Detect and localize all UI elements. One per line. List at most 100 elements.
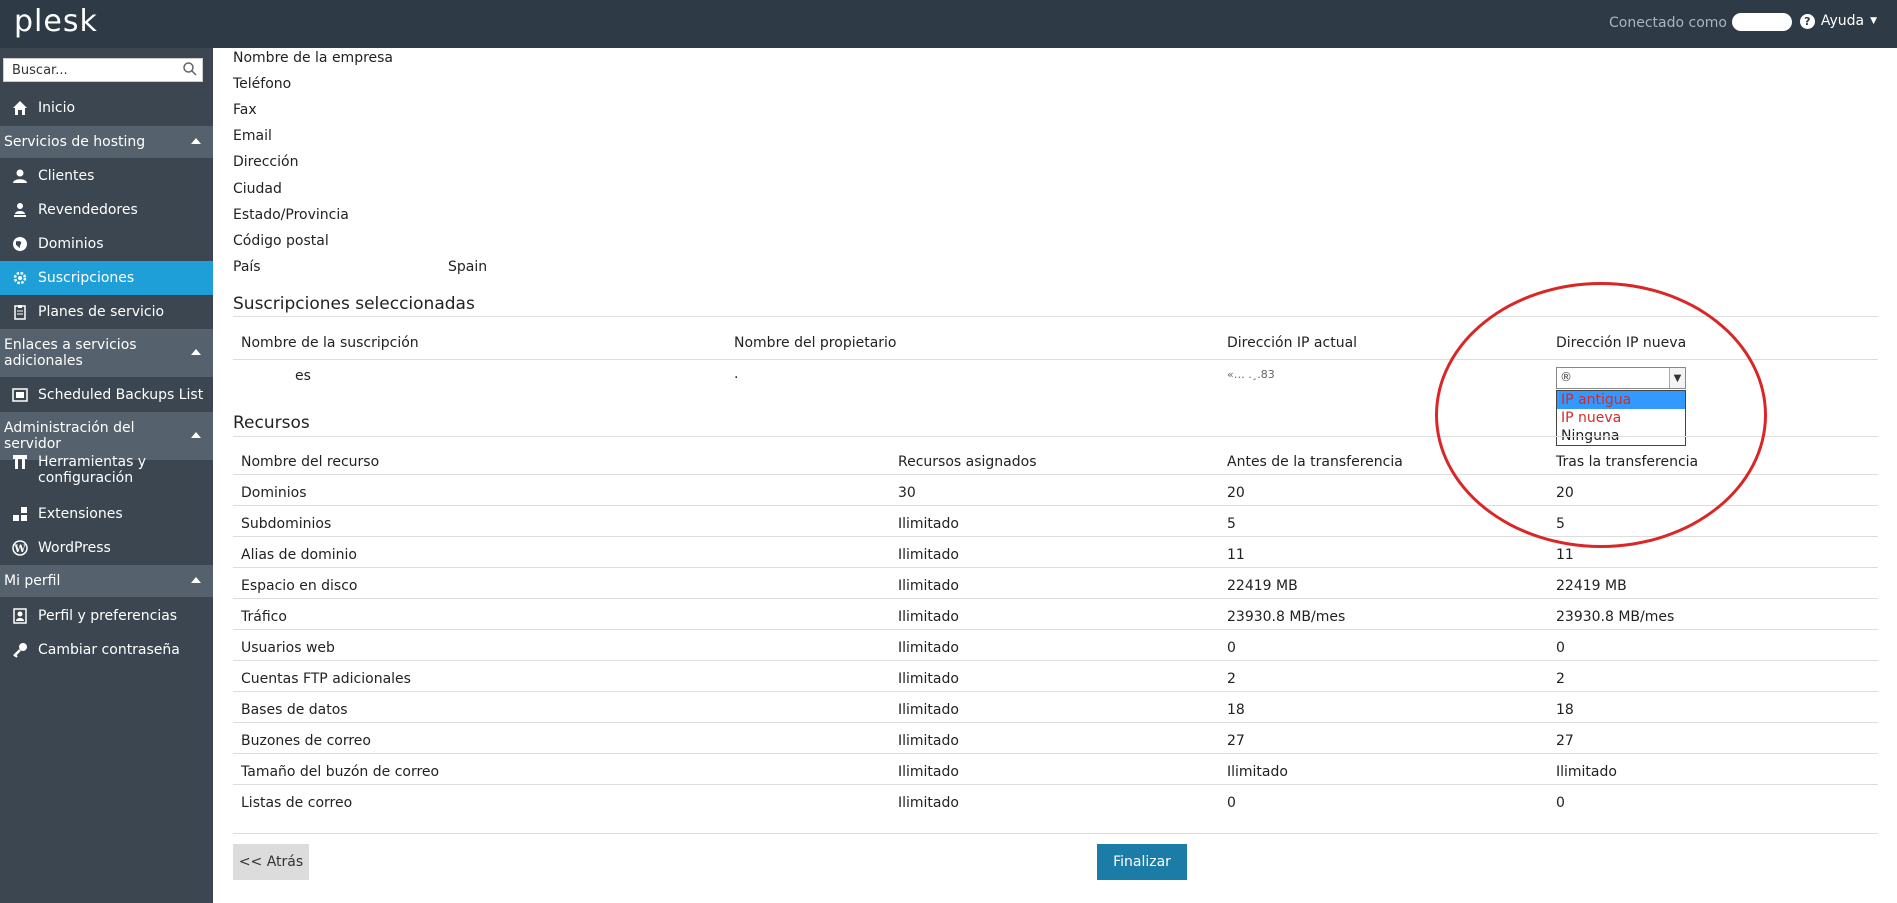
sidebar-item-profile-preferences[interactable]: Perfil y preferencias	[0, 599, 213, 633]
resource-value-cell: 2	[1227, 671, 1236, 687]
resource-value-cell: Ilimitado	[898, 609, 959, 625]
sidebar-item-home[interactable]: Inicio	[0, 91, 213, 125]
sidebar-section-hosting[interactable]: Servicios de hosting	[0, 126, 213, 158]
back-button[interactable]: << Atrás	[233, 844, 309, 880]
resource-name-cell: Espacio en disco	[241, 578, 358, 594]
column-header: Recursos asignados	[898, 454, 1037, 470]
divider	[233, 567, 1878, 568]
sidebar-item-change-password[interactable]: Cambiar contraseña	[0, 633, 213, 667]
sidebar-item-clients[interactable]: Clientes	[0, 159, 213, 193]
divider	[233, 833, 1878, 834]
search-input[interactable]	[4, 59, 174, 81]
search-box	[3, 58, 203, 82]
resource-name-cell: Bases de datos	[241, 702, 348, 718]
resource-name-cell: Subdominios	[241, 516, 332, 532]
divider	[233, 722, 1878, 723]
divider	[233, 784, 1878, 785]
resource-value-cell: 22419 MB	[1556, 578, 1627, 594]
globe-icon	[12, 236, 28, 252]
resource-value-cell: 18	[1227, 702, 1245, 718]
sidebar-item-resellers[interactable]: Revendedores	[0, 193, 213, 227]
fax-label: Fax	[233, 102, 257, 118]
gear-icon	[12, 270, 28, 286]
sidebar-item-domains[interactable]: Dominios	[0, 227, 213, 261]
plesk-logo[interactable]: plesk	[14, 4, 98, 39]
resource-value-cell: 18	[1556, 702, 1574, 718]
resource-value-cell: Ilimitado	[898, 702, 959, 718]
resource-value-cell: 0	[1227, 640, 1236, 656]
resource-value-cell: 23930.8 MB/mes	[1556, 609, 1675, 625]
sidebar-section-additional-services[interactable]: Enlaces a servicios adicionales	[0, 329, 213, 377]
subscription-name[interactable]: es	[295, 368, 311, 384]
owner-name: .	[734, 366, 739, 382]
sidebar-item-label: Cambiar contraseña	[38, 642, 180, 658]
resource-value-cell: 5	[1227, 516, 1236, 532]
help-label: Ayuda	[1820, 13, 1865, 29]
user-name-redacted[interactable]	[1732, 13, 1792, 31]
resource-value-cell: 0	[1556, 795, 1565, 811]
top-header: plesk Conectado como ? Ayuda ▼	[0, 0, 1897, 48]
svg-text:W: W	[13, 544, 26, 555]
divider	[233, 660, 1878, 661]
sidebar-item-label: Extensiones	[38, 506, 123, 522]
sidebar-item-label: Scheduled Backups List	[38, 387, 204, 403]
column-header: Nombre de la suscripción	[241, 335, 419, 351]
resource-name-cell: Cuentas FTP adicionales	[241, 671, 411, 687]
resource-value-cell: Ilimitado	[898, 640, 959, 656]
red-annotation-circle	[1435, 282, 1767, 548]
sidebar-item-service-plans[interactable]: Planes de servicio	[0, 295, 213, 329]
resource-value-cell: 23930.8 MB/mes	[1227, 609, 1346, 625]
sidebar-item-label: Perfil y preferencias	[38, 608, 178, 624]
sidebar-item-subscriptions[interactable]: Suscripciones	[0, 261, 213, 295]
resource-value-cell: 2	[1556, 671, 1565, 687]
sidebar-item-label: WordPress	[38, 540, 111, 556]
reseller-icon	[12, 202, 28, 218]
resource-value-cell: Ilimitado	[898, 547, 959, 563]
key-icon	[12, 642, 28, 658]
resource-value-cell: 27	[1556, 733, 1574, 749]
resource-value-cell: 11	[1227, 547, 1245, 563]
divider	[233, 753, 1878, 754]
sidebar-item-wordpress[interactable]: W WordPress	[0, 531, 213, 565]
resource-name-cell: Buzones de correo	[241, 733, 371, 749]
sidebar-item-label: Clientes	[38, 168, 95, 184]
current-ip: «… .¸.83	[1227, 368, 1275, 381]
resource-value-cell: Ilimitado	[1556, 764, 1617, 780]
address-label: Dirección	[233, 154, 299, 170]
country-label: País	[233, 259, 261, 275]
sidebar-item-label: Inicio	[38, 100, 76, 116]
resource-value-cell: 27	[1227, 733, 1245, 749]
divider	[233, 598, 1878, 599]
country-value: Spain	[448, 259, 488, 275]
resource-name-cell: Listas de correo	[241, 795, 353, 811]
help-menu[interactable]: ? Ayuda ▼	[1799, 13, 1877, 29]
sidebar-item-scheduled-backups[interactable]: Scheduled Backups List	[0, 378, 213, 412]
resources-title: Recursos	[233, 413, 310, 433]
resource-value-cell: Ilimitado	[898, 671, 959, 687]
sidebar-item-label: Suscripciones	[38, 270, 135, 286]
resource-value-cell: Ilimitado	[898, 733, 959, 749]
zip-label: Código postal	[233, 233, 329, 249]
state-label: Estado/Provincia	[233, 207, 349, 223]
collapse-icon	[191, 432, 201, 438]
search-icon[interactable]	[183, 62, 197, 76]
resource-value-cell: Ilimitado	[1227, 764, 1288, 780]
email-label: Email	[233, 128, 272, 144]
resource-value-cell: Ilimitado	[898, 578, 959, 594]
sidebar-item-tools-settings[interactable]: Herramientas y configuración	[0, 446, 213, 492]
profile-icon	[12, 608, 28, 624]
sidebar-section-my-profile[interactable]: Mi perfil	[0, 565, 213, 597]
collapse-icon	[191, 349, 201, 355]
resource-value-cell: 30	[898, 485, 916, 501]
sidebar-item-extensions[interactable]: Extensiones	[0, 497, 213, 531]
clipboard-icon	[12, 304, 28, 320]
company-label: Nombre de la empresa	[233, 50, 394, 66]
extensions-icon	[12, 506, 28, 522]
finish-button[interactable]: Finalizar	[1097, 844, 1187, 880]
home-icon	[12, 100, 28, 116]
chevron-down-icon: ▼	[1870, 16, 1877, 26]
sidebar-item-label: Planes de servicio	[38, 304, 165, 320]
tools-icon	[12, 454, 28, 470]
backup-icon	[12, 387, 28, 403]
column-header: Antes de la transferencia	[1227, 454, 1403, 470]
